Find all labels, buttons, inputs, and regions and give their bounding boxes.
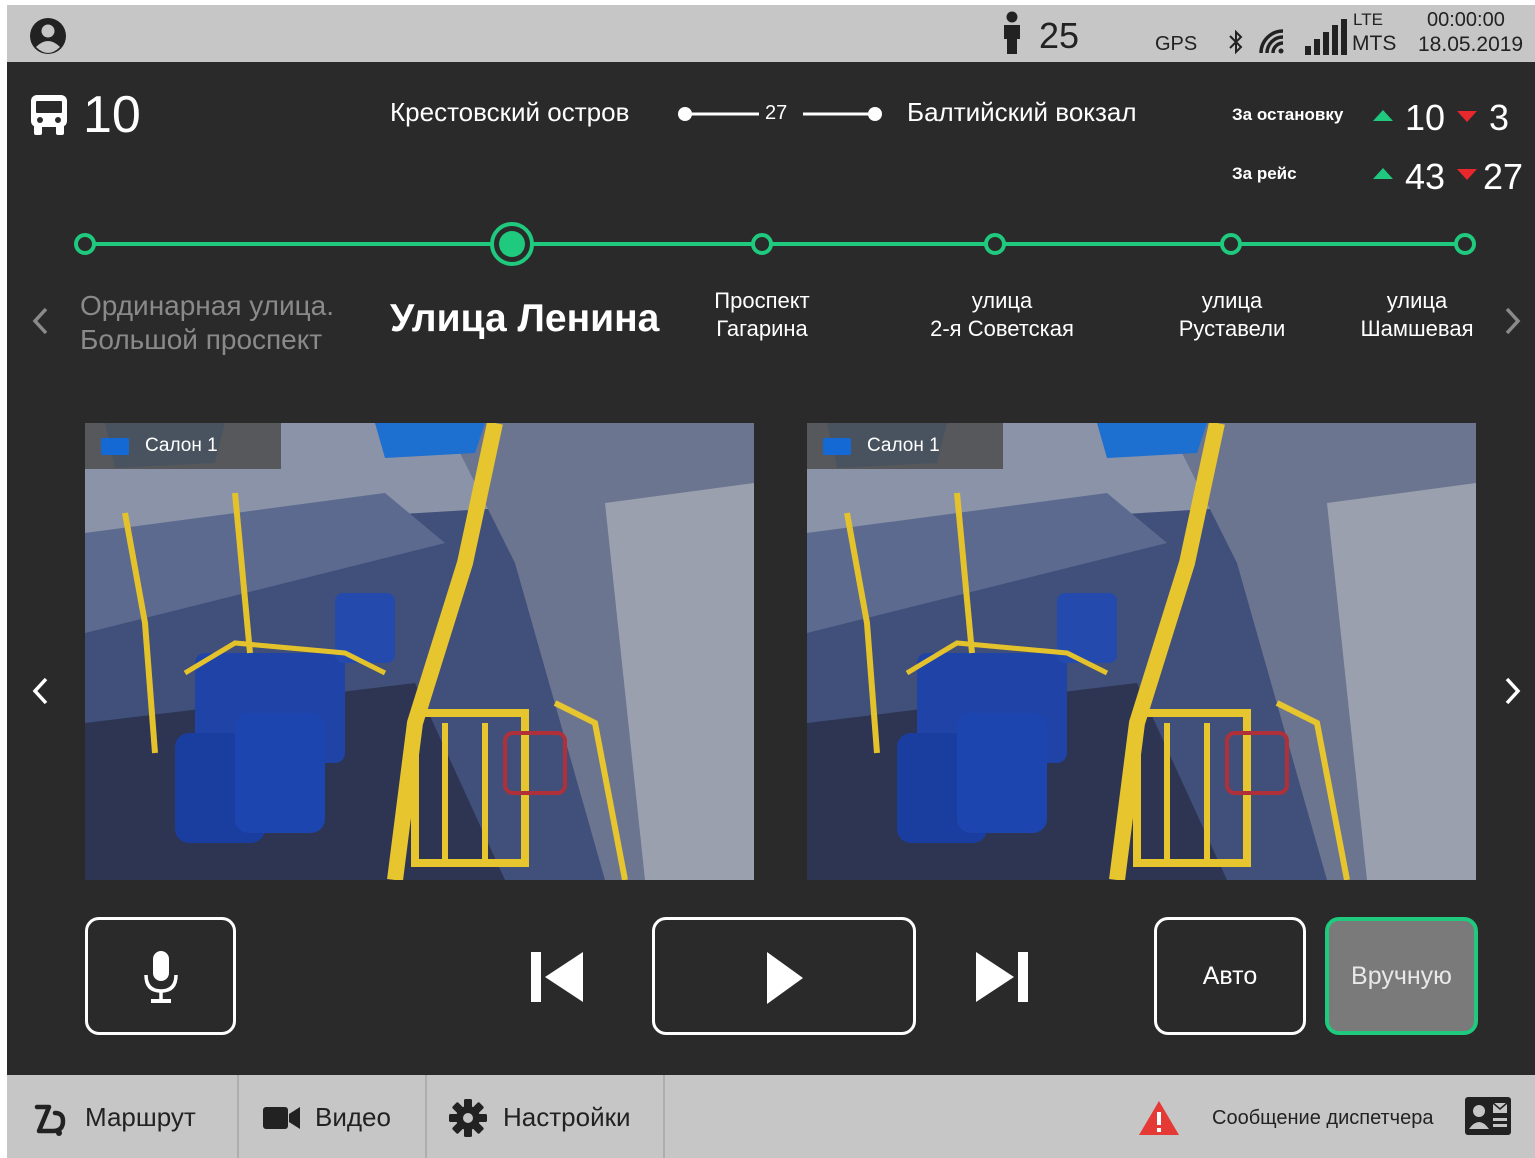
bus-interior-image: [807, 423, 1476, 880]
route-start-stop: Крестовский остров: [390, 97, 630, 127]
alert-triangle-icon: [1139, 1101, 1179, 1135]
current-stop: Улица Ленина: [390, 297, 660, 340]
stops-timeline: [74, 222, 1476, 266]
video-next-chevron-icon[interactable]: [1500, 675, 1524, 707]
microphone-button[interactable]: [85, 917, 236, 1035]
passenger-icon: [1004, 11, 1020, 54]
signal-strength-icon: [1305, 19, 1347, 55]
camera-icon: [101, 438, 129, 455]
next-stop-2: улица 2-я Советская: [930, 288, 1074, 341]
camera-label: Салон 1: [867, 435, 940, 456]
video-feed-2[interactable]: Салон 1: [807, 423, 1476, 880]
app-screen: 25 GPS LTE MTS 00:00:00 18.05.2019 10 Кр…: [7, 5, 1535, 1158]
per-trip-label: За рейс: [1232, 164, 1297, 183]
route-number: 10: [83, 86, 141, 144]
video-prev-chevron-icon[interactable]: [29, 675, 53, 707]
camera-icon: [823, 438, 851, 455]
alighted-down-icon: [1457, 169, 1477, 180]
manual-mode-button[interactable]: Вручную: [1325, 917, 1478, 1035]
play-button[interactable]: [652, 917, 916, 1035]
per-trip-in: 43: [1405, 156, 1446, 197]
camera-tag: Салон 1: [807, 423, 1003, 469]
next-stop-3: улица Руставели: [1178, 288, 1286, 341]
user-account-icon[interactable]: [29, 17, 67, 55]
dispatcher-message-label[interactable]: Сообщение диспетчера: [1212, 1107, 1433, 1130]
route-icon: [34, 1104, 66, 1136]
per-stop-out: 3: [1489, 97, 1510, 138]
route-stops-count: 27: [765, 102, 788, 124]
bottom-nav: Маршрут Видео Настройки Сообщение диспет…: [7, 1075, 1535, 1158]
bus-interior-image: [85, 423, 754, 880]
tab-video[interactable]: Видео: [239, 1075, 427, 1158]
next-stop-4: улица Шамшевая: [1360, 288, 1474, 341]
camera-label: Салон 1: [145, 435, 218, 456]
bluetooth-icon: [1229, 29, 1243, 55]
passenger-count: 25: [1039, 15, 1080, 56]
previous-track-button[interactable]: [527, 950, 587, 1004]
clock-date: 18.05.2019: [1418, 33, 1524, 56]
gps-status: GPS: [1155, 33, 1198, 55]
chevron-right-icon[interactable]: [1500, 305, 1524, 337]
wifi-icon: [1259, 29, 1284, 54]
per-stop-in: 10: [1405, 97, 1446, 138]
gear-icon: [449, 1099, 487, 1137]
per-stop-label: За остановку: [1232, 105, 1344, 124]
microphone-icon: [144, 951, 178, 1003]
clock-time: 00:00:00: [1427, 9, 1505, 31]
route-end-stop: Балтийский вокзал: [907, 97, 1137, 127]
status-bar: 25 GPS LTE MTS 00:00:00 18.05.2019: [7, 5, 1535, 62]
tab-settings[interactable]: Настройки: [427, 1075, 665, 1158]
operator-name: MTS: [1352, 32, 1397, 55]
chevron-left-icon[interactable]: [29, 305, 53, 337]
boarded-up-icon: [1373, 168, 1393, 179]
play-icon: [767, 952, 803, 1004]
alighted-down-icon: [1457, 111, 1477, 122]
network-type: LTE: [1353, 10, 1383, 29]
previous-stop: Ординарная улица. Большой проспект: [80, 290, 335, 355]
next-track-button[interactable]: [972, 950, 1032, 1004]
video-feed-1[interactable]: Салон 1: [85, 423, 754, 880]
bus-icon: [31, 95, 67, 135]
video-camera-icon: [263, 1107, 300, 1129]
boarded-up-icon: [1373, 110, 1393, 121]
next-stop-1: Проспект Гагарина: [714, 288, 810, 341]
auto-mode-button[interactable]: Авто: [1154, 917, 1306, 1035]
per-trip-out: 27: [1483, 156, 1524, 197]
dispatcher-message-icon[interactable]: [1465, 1097, 1511, 1135]
camera-tag: Салон 1: [85, 423, 281, 469]
tab-route[interactable]: Маршрут: [7, 1075, 239, 1158]
